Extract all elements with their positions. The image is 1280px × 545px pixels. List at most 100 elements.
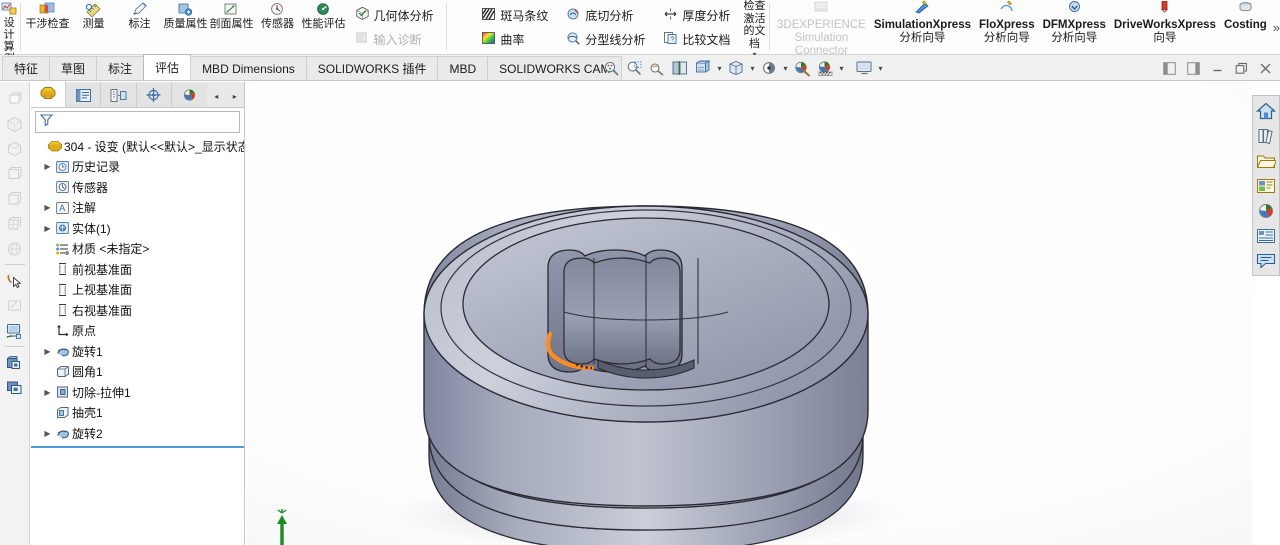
view-palette-icon[interactable] [1254, 173, 1278, 198]
tree-item-top-plane[interactable]: 上视基准面 [31, 280, 244, 301]
3dexperience-marketplace-icon[interactable] [1254, 248, 1278, 273]
tab-mbd[interactable]: MBD [437, 56, 489, 80]
ribbon-button-undercut-analysis[interactable]: 底切分析 [562, 3, 651, 27]
ribbon-button-markup[interactable]: 标注 [117, 0, 163, 54]
tree-item-revolve2[interactable]: ▶ 旋转2 [31, 423, 244, 444]
tree-item-fillet1[interactable]: 圆角1 [31, 362, 244, 383]
new-window-icon[interactable] [3, 350, 27, 375]
ribbon-button-mass-properties[interactable]: 质量属性 [163, 0, 209, 54]
ribbon-button-thickness-analysis[interactable]: 厚度分析 [659, 3, 736, 27]
tile-windows-icon[interactable] [3, 375, 27, 400]
ribbon-button-interference-check[interactable]: 干涉检查 [25, 0, 71, 54]
graphics-viewport[interactable] [246, 82, 1252, 545]
tree-expander[interactable]: ▶ [41, 203, 54, 212]
ribbon-button-compare-documents[interactable]: ? 比较文档 [659, 27, 736, 51]
view-settings-caret-icon[interactable]: ▾ [876, 64, 885, 73]
tree-item-solid-bodies[interactable]: ▶ 实体(1) [31, 218, 244, 239]
ribbon-design-study-button[interactable]: 设计算例 ▾ [0, 0, 18, 73]
ribbon-button-performance-evaluation[interactable]: 性能评估 [301, 0, 347, 54]
tab-solidworks-addins[interactable]: SOLIDWORKS 插件 [305, 56, 439, 80]
previous-view-icon[interactable] [646, 57, 668, 79]
ribbon-button-dfmxpress[interactable]: DFMXpress 分析向导 [1039, 0, 1110, 54]
tree-item-history[interactable]: ▶ 历史记录 [31, 157, 244, 178]
solidworks-resources-home-icon[interactable] [1254, 98, 1278, 123]
hide-show-items-icon[interactable] [758, 57, 780, 79]
tree-item-part-root[interactable]: 304 - 设变 (默认<<默认>_显示状态 [31, 136, 244, 157]
view-settings-icon[interactable] [853, 57, 875, 79]
section-view-icon[interactable] [669, 57, 691, 79]
tree-item-sensors[interactable]: 传感器 [31, 177, 244, 198]
view-isometric-icon[interactable] [3, 86, 27, 111]
tree-expander[interactable]: ▶ [41, 429, 54, 438]
ribbon-button-measure[interactable]: 测量 [71, 0, 117, 54]
ribbon-button-section-properties[interactable]: 剖面属性 [209, 0, 255, 54]
select-icon[interactable] [3, 268, 27, 293]
appearances-scenes-icon[interactable] [1254, 198, 1278, 223]
file-explorer-icon[interactable] [1254, 148, 1278, 173]
tree-item-shell1[interactable]: 抽壳1 [31, 403, 244, 424]
view-dimetric-icon[interactable] [3, 136, 27, 161]
3d-model-render[interactable] [246, 82, 1252, 545]
ribbon-button-costing[interactable]: Costing [1220, 0, 1271, 54]
tree-expander[interactable]: ▶ [41, 162, 54, 171]
collapse-left-panel-icon[interactable] [1158, 57, 1180, 79]
zoom-to-fit-icon[interactable] [600, 57, 622, 79]
view-trimetric-icon[interactable] [3, 111, 27, 136]
ribbon-button-floxpress[interactable]: FloXpress 分析向导 [975, 0, 1039, 54]
display-monitor-icon[interactable] [3, 318, 27, 343]
feature-tree-filter[interactable] [35, 111, 240, 133]
display-style-icon[interactable] [725, 57, 747, 79]
tree-item-front-plane[interactable]: 前视基准面 [31, 259, 244, 280]
view-sphere-icon[interactable] [3, 236, 27, 261]
tab-evaluate[interactable]: 评估 [143, 54, 192, 80]
restore-icon[interactable] [1230, 57, 1252, 79]
measure-tool-icon[interactable] [3, 293, 27, 318]
ribbon-button-zebra-stripes[interactable]: 斑马条纹 [477, 3, 554, 27]
feature-manager-prev-tab-button[interactable]: ◂ [207, 85, 226, 107]
ribbon-button-3dexperience-simulation-connector[interactable]: 3DEXPERIENCE Simulation Connector [773, 0, 870, 57]
tree-item-material[interactable]: 材质 <未指定> [31, 239, 244, 260]
ribbon-button-check-active-document[interactable]: 检查激活的文档 ▾ [742, 0, 766, 59]
rollback-bar[interactable] [31, 445, 244, 448]
display-manager-tab[interactable] [171, 83, 208, 107]
apply-scene-icon[interactable] [814, 57, 836, 79]
tree-item-revolve1[interactable]: ▶ 旋转1 [31, 341, 244, 362]
ribbon-button-sensor[interactable]: 传感器 [255, 0, 301, 54]
apply-scene-caret-icon[interactable]: ▾ [837, 64, 846, 73]
tab-features[interactable]: 特征 [2, 56, 51, 80]
view-front-icon[interactable] [3, 186, 27, 211]
ribbon-overflow-button[interactable]: » [1273, 0, 1280, 54]
tree-item-origin[interactable]: 原点 [31, 321, 244, 342]
ribbon-button-parting-line-analysis[interactable]: 分型线分析 [562, 27, 651, 51]
feature-tree-tab[interactable] [31, 81, 67, 107]
configuration-manager-tab[interactable] [101, 83, 137, 107]
view-normal-to-icon[interactable] [3, 161, 27, 186]
edit-appearance-icon[interactable] [791, 57, 813, 79]
ribbon-button-geometry-analysis[interactable]: 几何体分析 [351, 3, 440, 27]
hide-show-caret-icon[interactable]: ▾ [781, 64, 790, 73]
feature-manager-next-tab-button[interactable]: ▸ [226, 85, 245, 107]
dimxpert-manager-tab[interactable] [136, 83, 172, 107]
tree-item-right-plane[interactable]: 右视基准面 [31, 300, 244, 321]
tree-expander[interactable]: ▶ [41, 224, 54, 233]
view-orientation-icon[interactable] [692, 57, 714, 79]
custom-properties-icon[interactable] [1254, 223, 1278, 248]
filter-input[interactable] [54, 115, 239, 129]
tab-mbd-dimensions[interactable]: MBD Dimensions [190, 56, 307, 80]
zoom-to-area-icon[interactable] [623, 57, 645, 79]
tree-expander[interactable]: ▶ [41, 347, 54, 356]
close-icon[interactable] [1254, 57, 1276, 79]
collapse-right-panel-icon[interactable] [1182, 57, 1204, 79]
tree-item-annotations[interactable]: ▶ A 注解 [31, 198, 244, 219]
tab-markup[interactable]: 标注 [96, 56, 145, 80]
design-library-icon[interactable] [1254, 123, 1278, 148]
ribbon-button-simulationxpress[interactable]: SimulationXpress 分析向导 [870, 0, 975, 54]
property-manager-tab[interactable] [66, 83, 102, 107]
view-left-icon[interactable] [3, 211, 27, 236]
display-style-caret-icon[interactable]: ▾ [748, 64, 757, 73]
tree-expander[interactable]: ▶ [41, 388, 54, 397]
view-orientation-caret-icon[interactable]: ▾ [715, 64, 724, 73]
tree-item-extrude-cut1[interactable]: ▶ 切除-拉伸1 [31, 382, 244, 403]
ribbon-button-driveworksxpress[interactable]: DriveWorksXpress 向导 [1110, 0, 1220, 54]
minimize-icon[interactable] [1206, 57, 1228, 79]
